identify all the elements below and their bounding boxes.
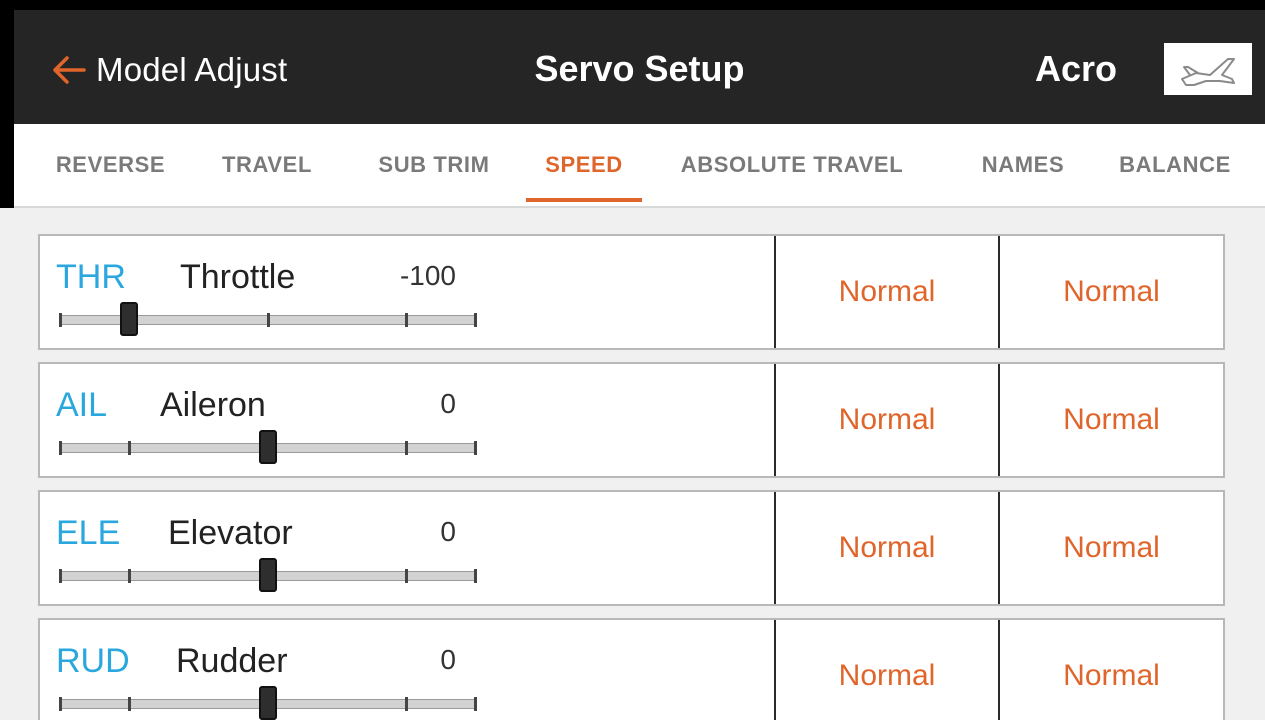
speed-setting-a[interactable]: Normal — [776, 492, 998, 604]
slider-tick — [128, 697, 132, 711]
airplane-icon[interactable] — [1164, 43, 1252, 95]
speed-setting-b[interactable]: Normal — [1000, 364, 1223, 476]
model-name: Acro — [1034, 48, 1117, 89]
channel-row-ele: ELE Elevator 0 Normal Normal — [38, 490, 1225, 606]
speed-setting-a[interactable]: Normal — [776, 620, 998, 720]
tab-sub-trim[interactable]: SUB TRIM — [364, 124, 504, 206]
speed-setting-b[interactable]: Normal — [1000, 492, 1223, 604]
slider-tick — [59, 697, 62, 711]
slider-tick — [404, 697, 408, 711]
channel-value: 0 — [440, 644, 456, 675]
slider-tick — [59, 313, 62, 327]
channel-abbr: AIL — [56, 386, 108, 424]
tab-absolute-travel[interactable]: ABSOLUTE TRAVEL — [674, 124, 910, 206]
slider-thumb[interactable] — [258, 430, 277, 464]
slider-tick — [128, 441, 132, 455]
speed-setting-a[interactable]: Normal — [776, 236, 998, 348]
tab-reverse[interactable]: REVERSE — [48, 124, 173, 206]
speed-setting-a[interactable]: Normal — [776, 364, 998, 476]
servo-position-slider[interactable] — [59, 302, 477, 336]
header-bar: Model Adjust Servo Setup Acro — [14, 10, 1265, 124]
slider-tick — [474, 569, 477, 583]
tab-travel[interactable]: TRAVEL — [214, 124, 320, 206]
channel-name: Rudder — [176, 642, 288, 680]
tab-balance[interactable]: BALANCE — [1110, 124, 1240, 206]
channel-row-ail: AIL Aileron 0 Normal Normal — [38, 362, 1225, 478]
slider-tick — [128, 569, 132, 583]
slider-tick — [474, 697, 477, 711]
channel-name: Elevator — [168, 514, 293, 552]
slider-tick — [404, 313, 408, 327]
slider-tick — [404, 569, 408, 583]
channel-abbr: THR — [56, 258, 126, 296]
slider-thumb[interactable] — [258, 686, 277, 720]
channel-abbr: ELE — [56, 514, 121, 552]
tab-bar: REVERSE TRAVEL SUB TRIM SPEED ABSOLUTE TRAVE… — [14, 124, 1265, 208]
tab-speed[interactable]: SPEED — [526, 124, 642, 206]
slider-tick — [474, 313, 477, 327]
slider-tick — [404, 441, 408, 455]
channel-name: Throttle — [180, 258, 296, 296]
slider-thumb[interactable] — [258, 558, 277, 592]
channel-value: 0 — [440, 516, 456, 547]
screen-frame-top — [0, 0, 1265, 10]
slider-tick — [59, 441, 62, 455]
channel-row-rud: RUD Rudder 0 Normal Normal — [38, 618, 1225, 720]
slider-thumb[interactable] — [120, 302, 139, 336]
channel-value: 0 — [440, 388, 456, 419]
slider-tick — [59, 569, 62, 583]
channel-abbr: RUD — [56, 642, 130, 680]
back-button[interactable]: Model Adjust — [52, 48, 287, 92]
servo-position-slider[interactable] — [59, 558, 477, 592]
channel-value: -100 — [399, 260, 456, 291]
back-arrow-icon — [53, 56, 86, 84]
servo-position-slider[interactable] — [59, 430, 477, 464]
channel-row-thr: THR Throttle -100 Normal Normal — [38, 234, 1225, 350]
speed-setting-b[interactable]: Normal — [1000, 620, 1223, 720]
back-label: Model Adjust — [96, 51, 288, 88]
slider-tick — [474, 441, 477, 455]
servo-position-slider[interactable] — [59, 686, 477, 720]
channel-list: THR Throttle -100 Normal Normal AIL Aileron 0 No… — [0, 208, 1265, 720]
speed-setting-b[interactable]: Normal — [1000, 236, 1223, 348]
tab-names[interactable]: NAMES — [964, 124, 1082, 206]
slider-tick — [266, 313, 270, 327]
channel-name: Aileron — [160, 386, 266, 424]
